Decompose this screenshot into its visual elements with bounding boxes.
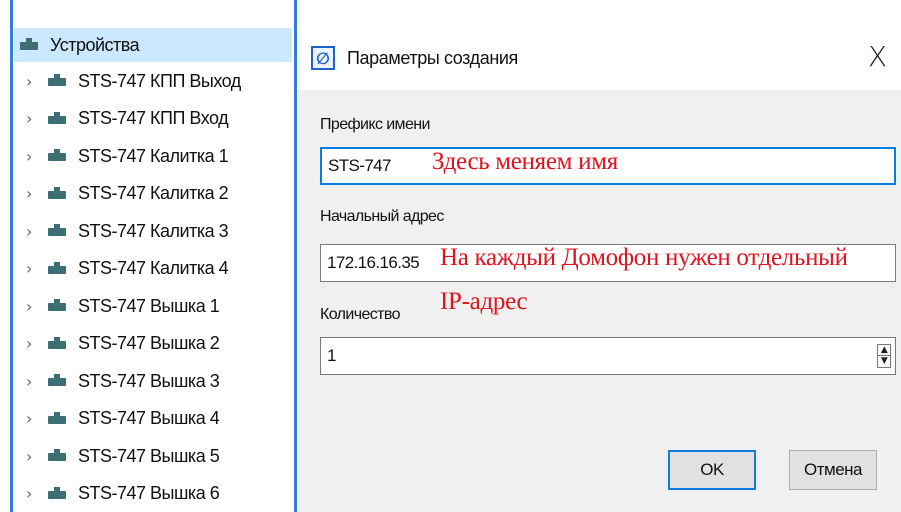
tree-item[interactable]: › STS-747 Калитка 4: [22, 254, 229, 284]
device-icon: [48, 261, 66, 274]
tree-item[interactable]: › STS-747 Вышка 4: [22, 404, 220, 434]
count-value: 1: [327, 346, 336, 365]
tree-item-label: STS-747 Вышка 5: [78, 445, 220, 466]
tree-item-label: STS-747 КПП Вход: [78, 108, 229, 128]
start-address-value: 172.16.16.35: [327, 253, 420, 272]
chevron-right-icon[interactable]: ›: [22, 372, 36, 391]
tree-item-label: STS-747 Калитка 1: [78, 145, 229, 166]
prefix-value: STS-747: [328, 156, 391, 175]
dialog-titlebar: ∅ Параметры создания X: [297, 10, 901, 90]
tree-item[interactable]: › STS-747 Калитка 3: [22, 216, 229, 246]
tree-item[interactable]: › STS-747 КПП Вход: [22, 104, 229, 134]
create-params-dialog: ∅ Параметры создания X Префикс имени STS…: [294, 0, 901, 512]
count-stepper[interactable]: 1 ▲ ▼: [320, 337, 896, 375]
device-tree-panel: Устройства › STS-747 КПП Выход › STS-747 КП…: [0, 0, 294, 512]
tree-item-label: STS-747 Вышка 4: [78, 408, 220, 428]
tree-root-label: Устройства: [50, 34, 140, 55]
chevron-right-icon[interactable]: ›: [22, 297, 36, 316]
device-icon: [48, 299, 66, 311]
tree-item[interactable]: › STS-747 Вышка 3: [22, 366, 220, 396]
device-icon: [48, 111, 66, 124]
tree-item[interactable]: › STS-747 Вышка 6: [22, 479, 220, 509]
chevron-right-icon[interactable]: ›: [22, 447, 36, 466]
chevron-right-icon[interactable]: ›: [22, 147, 36, 166]
chevron-right-icon[interactable]: ›: [22, 259, 36, 278]
chevron-right-icon[interactable]: ›: [22, 184, 36, 203]
tree-item-label: STS-747 Калитка 4: [78, 258, 229, 278]
tree-item-label: STS-747 Вышка 1: [78, 295, 220, 316]
device-icon: [48, 449, 66, 461]
count-label: Количество: [320, 306, 401, 323]
device-icon: [48, 411, 66, 424]
device-icon: [48, 374, 66, 386]
prefix-label: Префикс имени: [320, 116, 430, 133]
chevron-right-icon[interactable]: ›: [22, 409, 36, 428]
tree-edge-strip: [10, 0, 13, 512]
device-icon: [48, 336, 66, 349]
tree-item[interactable]: › STS-747 Вышка 5: [22, 441, 220, 471]
tree-item-label: STS-747 Калитка 2: [78, 183, 229, 203]
device-icon: [48, 149, 66, 161]
tree-item-label: STS-747 КПП Выход: [78, 70, 241, 91]
tree-root-devices[interactable]: Устройства: [14, 28, 292, 62]
chevron-right-icon[interactable]: ›: [22, 334, 36, 353]
cancel-button[interactable]: Отмена: [789, 450, 877, 490]
device-icon: [48, 224, 66, 236]
tree-item[interactable]: › STS-747 КПП Выход: [22, 66, 241, 96]
device-icon: [48, 186, 66, 199]
chevron-right-icon[interactable]: ›: [22, 222, 36, 241]
spin-down-icon[interactable]: ▼: [878, 356, 890, 367]
tree-item-label: STS-747 Вышка 6: [78, 483, 220, 503]
chevron-right-icon[interactable]: ›: [22, 484, 36, 503]
tree-item[interactable]: › STS-747 Калитка 2: [22, 179, 229, 209]
tree-item[interactable]: › STS-747 Калитка 1: [22, 141, 229, 171]
tree-item-label: STS-747 Вышка 2: [78, 333, 220, 353]
address-annotation-line1: На каждый Домофон нужен отдельный: [440, 244, 848, 271]
chevron-right-icon[interactable]: ›: [22, 109, 36, 128]
create-params-icon: ∅: [311, 46, 335, 70]
address-annotation-line2: IP-адрес: [440, 288, 528, 315]
device-icon: [20, 38, 38, 50]
ok-button[interactable]: OK: [668, 450, 756, 490]
device-icon: [48, 74, 66, 86]
tree-item[interactable]: › STS-747 Вышка 1: [22, 291, 220, 321]
start-address-label: Начальный адрес: [320, 208, 444, 225]
spinner-icon[interactable]: ▲ ▼: [877, 344, 891, 368]
tree-item-label: STS-747 Калитка 3: [78, 220, 229, 241]
device-icon: [48, 486, 66, 499]
tree-item[interactable]: › STS-747 Вышка 2: [22, 329, 220, 359]
dialog-title: Параметры создания: [347, 48, 518, 68]
name-annotation: Здесь меняем имя: [432, 148, 618, 175]
spin-up-icon[interactable]: ▲: [878, 345, 890, 356]
chevron-right-icon[interactable]: ›: [22, 72, 36, 91]
tree-item-label: STS-747 Вышка 3: [78, 370, 220, 391]
close-icon[interactable]: X: [868, 40, 887, 73]
